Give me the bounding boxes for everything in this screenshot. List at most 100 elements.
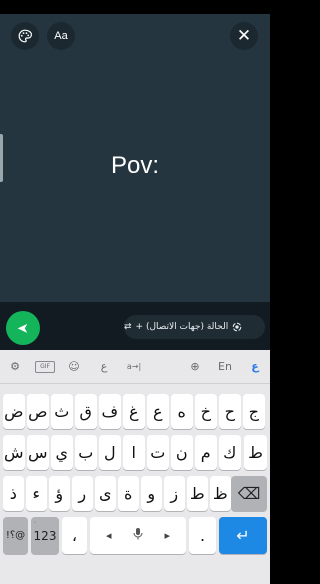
key-label: ض (4, 402, 24, 421)
key[interactable]: غ (123, 394, 145, 429)
font-style-button[interactable]: Aa (47, 22, 75, 50)
key[interactable]: ن (171, 435, 193, 470)
key[interactable]: ت (147, 435, 169, 470)
key-label: ب (78, 443, 94, 462)
key-label: س (27, 443, 48, 462)
key-label: ى (98, 484, 112, 503)
gif-button[interactable]: GIF (35, 361, 55, 373)
key[interactable]: ا (123, 435, 145, 470)
key[interactable]: ط (187, 476, 208, 511)
key[interactable]: ى (95, 476, 116, 511)
key[interactable]: ء (26, 476, 47, 511)
key-label: خ (200, 402, 211, 421)
cursor-right-icon: ▸ (164, 529, 170, 542)
status-text[interactable]: Pov: (0, 152, 270, 180)
numbers-key-label: 123 (33, 528, 57, 543)
key[interactable]: س (27, 435, 49, 470)
key-label: ق (79, 402, 92, 421)
emoji-icon[interactable]: ☺ (63, 358, 85, 376)
swap-icon: ⇄ (124, 322, 132, 332)
audience-label: الحالة (جهات الاتصال) + (135, 322, 229, 332)
key-label: ز (170, 484, 179, 503)
key[interactable]: ة (118, 476, 139, 511)
key[interactable]: ف (99, 394, 121, 429)
send-bar: ➤ الحالة (جهات الاتصال) + ⇄ (0, 302, 270, 350)
comma-key[interactable]: ، (62, 517, 87, 554)
globe-icon[interactable]: ⊕ (184, 358, 206, 376)
space-key[interactable]: ◂ ▸ (90, 517, 186, 554)
close-icon: ✕ (236, 26, 252, 46)
status-icon (232, 322, 242, 332)
enter-icon: ↵ (236, 526, 250, 545)
audience-selector[interactable]: الحالة (جهات الاتصال) + ⇄ (124, 315, 265, 339)
handwriting-icon[interactable]: ع (93, 358, 115, 376)
key[interactable]: ظ (210, 476, 231, 511)
backspace-icon: ⌫ (237, 484, 261, 503)
key-label: ح (224, 402, 235, 421)
close-button[interactable]: ✕ (230, 22, 258, 50)
keyboard-toolbar: ⚙ GIF ☺ ع a→| ⊕ En ع (0, 350, 270, 384)
key[interactable]: ب (75, 435, 97, 470)
key[interactable]: ص (27, 394, 49, 429)
key[interactable]: ط (244, 435, 267, 470)
key-label: ط (248, 443, 263, 462)
settings-icon[interactable]: ⚙ (4, 358, 26, 376)
key-label: ث (54, 402, 70, 421)
lang-en-button[interactable]: En (214, 358, 236, 376)
key-label: غ (128, 402, 139, 421)
key[interactable]: ح (219, 394, 241, 429)
key[interactable]: م (195, 435, 217, 470)
lang-ar-button[interactable]: ع (244, 358, 266, 376)
period-key[interactable]: . (189, 517, 216, 554)
key[interactable]: ك (219, 435, 241, 470)
palette-icon (18, 29, 32, 43)
key[interactable]: ج (243, 394, 265, 429)
key[interactable]: ث (51, 394, 73, 429)
send-button[interactable]: ➤ (6, 311, 40, 345)
key-label: ه (177, 402, 186, 421)
key-label: ا (131, 443, 136, 462)
cursor-left-icon: ◂ (106, 529, 112, 542)
key-label: ع (152, 402, 163, 421)
status-editor-screen: Aa ✕ Pov: ➤ الحالة (جهات الاتصال) + ⇄ ⚙ … (0, 0, 270, 584)
key-label: ف (101, 402, 119, 421)
key-label: ل (103, 443, 116, 462)
key-label: ط (189, 484, 205, 503)
symbols-key[interactable]: !؟@ (3, 517, 28, 554)
color-palette-button[interactable] (11, 22, 39, 50)
key-label: ة (124, 484, 133, 503)
key[interactable]: خ (195, 394, 217, 429)
key[interactable]: ز (164, 476, 185, 511)
key[interactable]: ؤ (49, 476, 70, 511)
key[interactable]: و (141, 476, 162, 511)
key-label: ج (248, 402, 259, 421)
key[interactable]: ر (72, 476, 93, 511)
key[interactable]: ل (99, 435, 121, 470)
mic-icon (132, 527, 144, 544)
key-label: ص (28, 402, 48, 421)
key[interactable]: ق (75, 394, 97, 429)
key-label: ؤ (55, 484, 64, 503)
key-label: ء (32, 484, 41, 503)
enter-key[interactable]: ↵ (219, 517, 267, 554)
key[interactable]: ه (171, 394, 193, 429)
key-label: م (200, 443, 211, 462)
key[interactable]: ي (51, 435, 73, 470)
key-label: ن (175, 443, 188, 462)
comma-hint: ، (34, 518, 36, 525)
keyboard: ⚙ GIF ☺ ع a→| ⊕ En ع ضصثقفغعهخحج شسيبلات… (0, 350, 270, 584)
key[interactable]: ذ (3, 476, 24, 511)
backspace-key[interactable]: ⌫ (231, 476, 267, 511)
send-icon: ➤ (17, 320, 29, 336)
numbers-key[interactable]: 123 ، (31, 517, 59, 554)
key-label: ي (55, 443, 69, 462)
key-label: ر (78, 484, 87, 503)
key-label: ذ (9, 484, 17, 503)
key-label: ت (150, 443, 166, 462)
translate-icon[interactable]: a→| (123, 358, 145, 376)
font-button-label: Aa (54, 30, 68, 42)
key-label: و (147, 484, 156, 503)
key[interactable]: ع (147, 394, 169, 429)
key[interactable]: ش (3, 435, 25, 470)
key[interactable]: ض (3, 394, 25, 429)
